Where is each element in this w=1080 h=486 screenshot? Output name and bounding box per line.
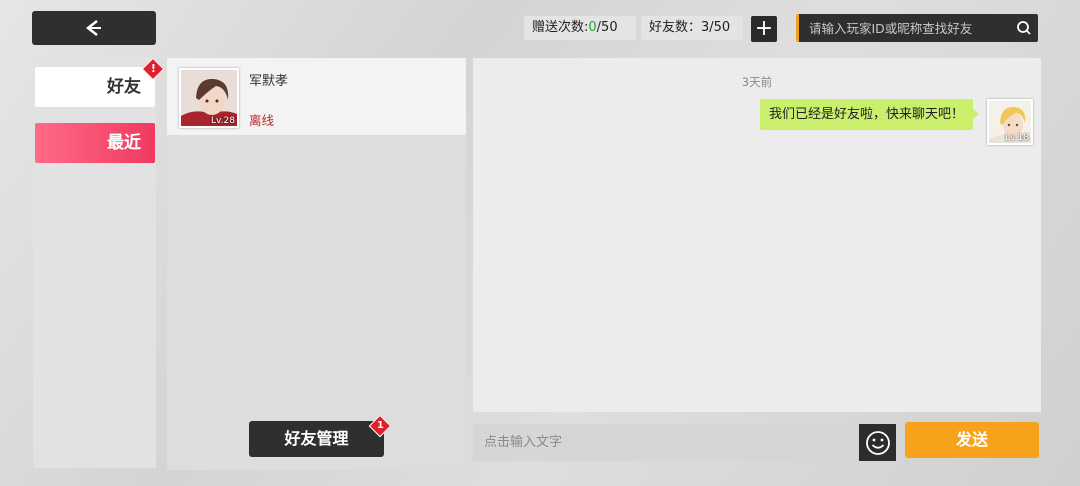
search-box[interactable] xyxy=(796,14,1038,42)
add-friend-button[interactable]: + xyxy=(751,16,777,42)
screen-edge-arc xyxy=(0,20,12,100)
send-button[interactable]: 发送 xyxy=(905,422,1039,458)
friend-list: Lv.28 军默孝 离线 xyxy=(167,58,466,470)
emoji-button[interactable] xyxy=(859,424,896,461)
category-sidebar: 好友 最近 xyxy=(33,58,161,468)
gift-count-stat: 赠送次数:0/50 xyxy=(524,16,636,40)
gift-count-label: 赠送次数: xyxy=(532,20,589,35)
friends-alert-mark: ! xyxy=(150,62,156,76)
tab-friends[interactable]: 好友 xyxy=(35,67,155,107)
friend-status: 离线 xyxy=(249,113,275,128)
gift-count-total: /50 xyxy=(596,20,618,35)
chat-message-bubble: 我们已经是好友啦，快来聊天吧！ xyxy=(759,99,980,130)
message-input-bar[interactable] xyxy=(473,424,859,461)
search-input[interactable] xyxy=(799,20,1010,36)
back-arrow-icon xyxy=(85,20,101,36)
message-input[interactable] xyxy=(473,424,859,461)
self-level: Lv.18 xyxy=(1005,133,1029,143)
smiley-icon xyxy=(865,430,890,455)
chat-timestamp: 3天前 xyxy=(741,75,773,89)
self-avatar: Lv.18 xyxy=(987,99,1033,145)
friend-avatar: Lv.28 xyxy=(179,68,239,128)
friend-manage-button[interactable]: 好友管理 xyxy=(249,421,384,457)
manage-badge-count: 1 xyxy=(376,420,384,432)
friend-name: 军默孝 xyxy=(249,74,289,89)
friend-level: Lv.28 xyxy=(211,116,235,126)
back-button[interactable] xyxy=(32,11,156,45)
chat-panel: 3天前 我们已经是好友啦，快来聊天吧！ Lv.18 xyxy=(473,58,1041,412)
gift-count-used: 0 xyxy=(588,20,597,35)
tab-recent[interactable]: 最近 xyxy=(35,123,161,163)
search-icon[interactable] xyxy=(1010,14,1038,42)
friend-list-item[interactable]: Lv.28 军默孝 离线 xyxy=(167,58,466,135)
friend-count-stat: 好友数：3/50 xyxy=(641,16,743,40)
